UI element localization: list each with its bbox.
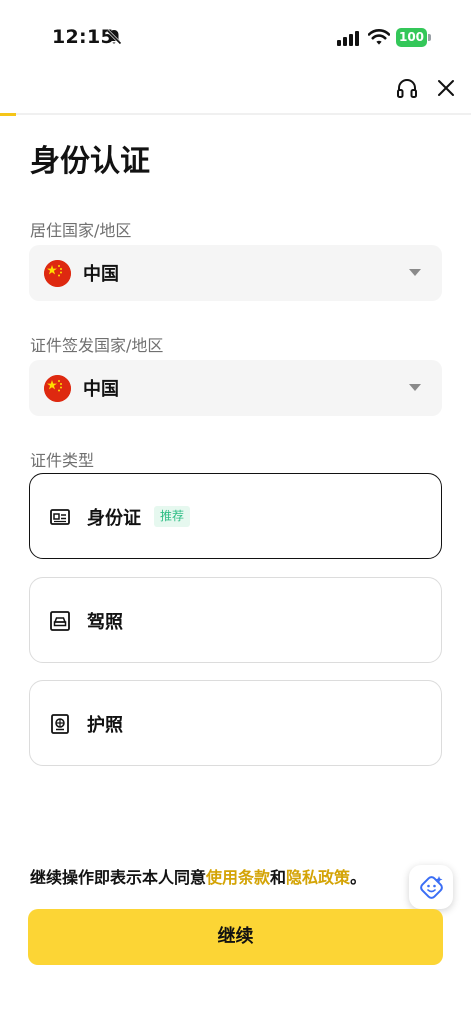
doc-type-label: 证件类型 bbox=[30, 451, 95, 470]
doc-option-label: 身份证 bbox=[87, 508, 141, 529]
status-bar: 12:15 100 bbox=[0, 0, 471, 70]
terms-of-use-link[interactable]: 使用条款 bbox=[206, 868, 270, 887]
doc-option-id-card[interactable]: 身份证 推荐 bbox=[29, 473, 442, 559]
chevron-down-icon bbox=[409, 269, 421, 276]
nav-header bbox=[0, 70, 471, 114]
doc-option-driver-license[interactable]: 驾照 bbox=[29, 577, 442, 663]
chevron-down-icon bbox=[409, 384, 421, 391]
issuing-label: 证件签发国家/地区 bbox=[30, 336, 164, 355]
passport-icon bbox=[51, 714, 69, 734]
terms-prefix: 继续操作即表示本人同意 bbox=[30, 868, 207, 887]
battery-level: 100 bbox=[396, 28, 427, 47]
doc-option-passport[interactable]: 护照 bbox=[29, 680, 442, 766]
ai-assistant-button[interactable] bbox=[409, 865, 453, 909]
doc-option-label: 护照 bbox=[87, 715, 123, 736]
privacy-policy-link[interactable]: 隐私政策 bbox=[286, 868, 350, 887]
residence-label: 居住国家/地区 bbox=[30, 221, 132, 240]
continue-button[interactable]: 继续 bbox=[28, 909, 443, 965]
driver-license-icon bbox=[50, 611, 70, 631]
issuing-value: 中国 bbox=[83, 379, 119, 400]
page-title: 身份认证 bbox=[30, 144, 150, 179]
residence-value: 中国 bbox=[83, 264, 119, 285]
terms-text: 继续操作即表示本人同意使用条款和隐私政策。 bbox=[30, 864, 366, 888]
issuing-select[interactable]: 中国 bbox=[29, 360, 442, 416]
progress-fill bbox=[0, 113, 16, 116]
china-flag-icon bbox=[44, 260, 71, 287]
doc-option-label: 驾照 bbox=[87, 612, 123, 633]
headset-icon[interactable] bbox=[396, 78, 418, 100]
battery-icon: 100 bbox=[396, 28, 432, 47]
bell-off-icon bbox=[106, 29, 122, 45]
id-card-icon bbox=[50, 509, 70, 525]
ai-assistant-icon bbox=[420, 876, 443, 899]
wifi-icon bbox=[368, 29, 390, 45]
china-flag-icon bbox=[44, 375, 71, 402]
close-icon[interactable] bbox=[436, 78, 456, 98]
recommended-badge: 推荐 bbox=[154, 506, 191, 527]
progress-bar bbox=[0, 113, 471, 116]
cellular-signal-icon bbox=[337, 31, 359, 46]
terms-suffix: 。 bbox=[350, 868, 367, 887]
residence-select[interactable]: 中国 bbox=[29, 245, 442, 301]
terms-conj: 和 bbox=[270, 868, 287, 887]
